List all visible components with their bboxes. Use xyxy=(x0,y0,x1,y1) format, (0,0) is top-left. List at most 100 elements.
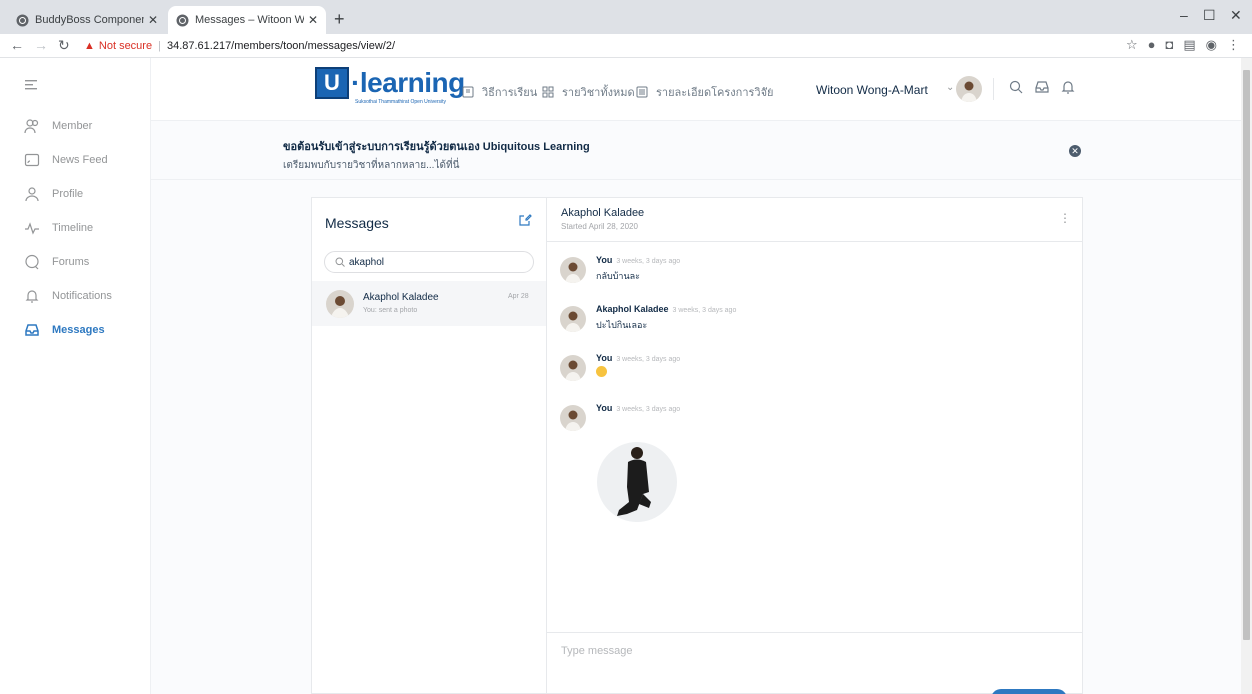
url-text: 34.87.61.217/members/toon/messages/view/… xyxy=(166,40,396,52)
message-text: กลับบ้านละ xyxy=(596,271,640,281)
sidebar-item-timeline[interactable]: Timeline xyxy=(24,220,93,236)
sidebar-item-label: Messages xyxy=(52,324,105,336)
nav-item-how-to-learn[interactable]: วิธีการเรียน xyxy=(462,83,537,101)
page-scrollbar[interactable] xyxy=(1241,58,1252,694)
message-time: 3 weeks, 3 days ago xyxy=(616,258,681,265)
tab-title: BuddyBoss Components ‹ U-Lea xyxy=(35,14,144,26)
sidebar-item-label: Profile xyxy=(52,188,84,200)
search-icon[interactable] xyxy=(1009,80,1023,94)
user-name[interactable]: Witoon Wong-A-Mart xyxy=(816,83,928,97)
nav-item-research-details[interactable]: รายละเอียดโครงการวิจัย xyxy=(636,83,774,101)
avatar[interactable] xyxy=(560,405,586,431)
notice-title: ขอต้อนรับเข้าสู่ระบบการเรียนรู้ด้วยตนเอง… xyxy=(283,141,590,153)
sidebar-item-forums[interactable]: Forums xyxy=(24,254,89,270)
menu-toggle-icon[interactable] xyxy=(25,80,37,90)
thread-item[interactable]: Akaphol Kaladee You: sent a photo Apr 28 xyxy=(312,281,546,326)
bookmark-star-icon[interactable]: ☆ xyxy=(1126,37,1138,53)
messages-panel: Messages Akaphol Kaladee You: sent a pho… xyxy=(311,197,1083,694)
close-window-icon[interactable]: ✕ xyxy=(1230,7,1242,24)
browser-address-bar: ← → ↻ ▲ Not secure | 34.87.61.217/member… xyxy=(0,34,1252,58)
message-text: ปะไปกินเลอะ xyxy=(596,320,648,330)
minimize-icon[interactable]: – xyxy=(1180,7,1188,23)
sidebar-item-news-feed[interactable]: News Feed xyxy=(24,152,108,168)
member-icon xyxy=(24,118,40,134)
news-feed-icon xyxy=(24,152,40,168)
grinning-emoji-icon xyxy=(596,366,607,377)
sidebar-item-label: Forums xyxy=(52,256,90,268)
url-field[interactable]: ▲ Not secure | 34.87.61.217/members/toon… xyxy=(84,36,395,56)
kebab-menu-icon[interactable]: ⋮ xyxy=(1059,211,1071,225)
sidebar-item-label: Notifications xyxy=(52,290,112,302)
thread-name: Akaphol Kaladee xyxy=(363,292,439,303)
scrollbar-thumb[interactable] xyxy=(1243,70,1250,640)
message-input[interactable] xyxy=(561,645,1061,669)
sidebar-item-notifications[interactable]: Notifications xyxy=(24,288,112,304)
author-name[interactable]: You xyxy=(596,403,612,413)
photo-attachment[interactable] xyxy=(597,442,677,522)
search-input[interactable] xyxy=(349,256,519,268)
sidebar-item-label: Timeline xyxy=(52,222,94,234)
extension-icon[interactable]: ● xyxy=(1148,37,1156,53)
avatar[interactable] xyxy=(560,306,586,332)
maximize-icon[interactable]: ☐ xyxy=(1203,7,1216,24)
forward-icon[interactable]: → xyxy=(34,37,48,53)
avatar[interactable] xyxy=(560,355,586,381)
sidebar-item-profile[interactable]: Profile xyxy=(24,186,83,202)
extension-icon[interactable]: ◘ xyxy=(1166,37,1174,53)
sidebar-item-messages[interactable]: Messages xyxy=(24,322,105,338)
avatar[interactable] xyxy=(560,257,586,283)
message-time: 3 weeks, 3 days ago xyxy=(672,307,737,314)
site-logo[interactable]: U ·learning Suksothai Thammathirat Open … xyxy=(315,67,465,105)
conversation-header: Akaphol Kaladee Started April 28, 2020 ⋮ xyxy=(547,198,1082,242)
search-field[interactable] xyxy=(324,251,534,273)
conversation-started: Started April 28, 2020 xyxy=(561,222,638,231)
bell-icon[interactable] xyxy=(1061,80,1075,94)
conversation: Akaphol Kaladee Started April 28, 2020 ⋮… xyxy=(547,198,1082,694)
globe-icon xyxy=(16,14,29,27)
welcome-notice: ขอต้อนรับเข้าสู่ระบบการเรียนรู้ด้วยตนเอง… xyxy=(151,121,1252,180)
close-tab-icon[interactable]: ✕ xyxy=(148,13,158,27)
thread-date: Apr 28 xyxy=(508,293,529,300)
notice-subtitle[interactable]: เตรียมพบกับรายวิชาที่หลากหลาย...ได้ที่นี… xyxy=(283,158,459,173)
bell-icon xyxy=(24,288,40,304)
nav-item-all-courses[interactable]: รายวิชาทั้งหมด xyxy=(542,83,635,101)
new-tab-button[interactable]: + xyxy=(334,9,345,30)
nav-item-label: รายวิชาทั้งหมด xyxy=(562,87,635,99)
close-icon[interactable]: ✕ xyxy=(1069,145,1081,157)
conversation-recipient[interactable]: Akaphol Kaladee xyxy=(561,207,644,219)
kebab-menu-icon[interactable]: ⋮ xyxy=(1227,37,1240,53)
nav-more-button[interactable]: ··· xyxy=(761,83,772,95)
author-name[interactable]: You xyxy=(596,255,612,265)
message-author: You 3 weeks, 3 days ago xyxy=(596,353,680,363)
sidebar-item-member[interactable]: Member xyxy=(24,118,92,134)
reload-icon[interactable]: ↻ xyxy=(58,37,70,54)
list-icon xyxy=(636,86,648,98)
browser-tab-buddyboss[interactable]: BuddyBoss Components ‹ U-Lea ✕ xyxy=(8,6,166,34)
messages-title: Messages xyxy=(325,215,389,231)
avatar[interactable] xyxy=(956,76,982,102)
back-icon[interactable]: ← xyxy=(10,37,24,53)
browser-tab-messages[interactable]: Messages – Witoon Wong-A-Ma ✕ xyxy=(168,6,326,34)
message-author: You 3 weeks, 3 days ago xyxy=(596,403,680,413)
sidebar: Member News Feed Profile Timeline Forums… xyxy=(0,58,151,694)
logo-mark: U xyxy=(315,67,349,99)
author-name[interactable]: Akaphol Kaladee xyxy=(596,304,669,314)
compose-icon[interactable] xyxy=(518,213,532,227)
thread-list: Messages Akaphol Kaladee You: sent a pho… xyxy=(312,198,547,694)
thread-preview: You: sent a photo xyxy=(363,307,418,314)
close-tab-icon[interactable]: ✕ xyxy=(308,13,318,27)
nav-item-label: รายละเอียดโครงการวิจัย xyxy=(656,87,774,99)
chevron-down-icon[interactable]: ⌄ xyxy=(946,82,954,93)
message-author: Akaphol Kaladee 3 weeks, 3 days ago xyxy=(596,304,736,314)
site-header: U ·learning Suksothai Thammathirat Open … xyxy=(151,58,1252,121)
book-icon xyxy=(462,86,474,98)
profile-icon[interactable]: ◉ xyxy=(1206,37,1217,53)
search-icon xyxy=(335,257,345,267)
avatar xyxy=(326,290,354,318)
warning-icon: ▲ xyxy=(84,40,95,52)
inbox-icon xyxy=(24,322,40,338)
send-button[interactable] xyxy=(991,689,1067,694)
extension-icon[interactable]: ▤ xyxy=(1183,37,1195,53)
inbox-icon[interactable] xyxy=(1035,80,1049,94)
author-name[interactable]: You xyxy=(596,353,612,363)
